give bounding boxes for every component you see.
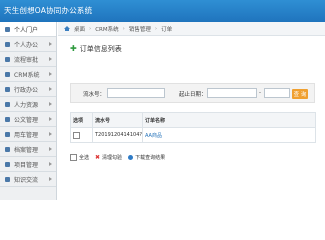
chevron-right-icon [49,162,52,166]
select-all-control[interactable]: 全选 [70,154,89,161]
select-all-label: 全选 [79,155,90,161]
sidebar-item-label: 个人办公 [14,41,39,49]
main-content: 桌面 › CRM系统 › 销售管理 › 订单 ✚ 订单信息列表 流水号： 起止日… [58,22,325,200]
row-select-cell [70,127,93,143]
chevron-right-icon [49,147,52,151]
crm-icon [4,71,10,77]
workflow-icon [4,56,10,62]
admin-icon [4,86,10,92]
sidebar-item-personal-office[interactable]: 个人办公 [0,37,56,52]
breadcrumb-separator: › [154,25,158,32]
delete-icon: ✖ [95,153,101,161]
sidebar-item-label: 知识交流 [14,176,39,184]
sidebar-item-label: 档案管理 [14,146,39,154]
sidebar: 个人门户 个人办公 流程审批 CRM系统 行政办公 人力资源 公文管理 用车管理… [0,22,57,200]
chevron-right-icon [49,132,52,136]
archive-icon [4,146,10,152]
order-no-label: 流水号： [83,92,106,98]
search-bar: 流水号： 起止日期： - 查 询 [70,83,315,103]
breadcrumb-item-sales[interactable]: 销售管理 [129,25,151,33]
date-to-input[interactable] [264,88,290,98]
plus-icon: ✚ [70,44,77,53]
chevron-right-icon [49,57,52,61]
app-title: 天生创想OA协同办公系统 [4,6,93,15]
column-header-order-no[interactable]: 流水号 [92,112,143,128]
sidebar-item-hr[interactable]: 人力资源 [0,97,56,112]
sidebar-item-workflow[interactable]: 流程审批 [0,52,56,67]
sidebar-item-documents[interactable]: 公文管理 [0,112,56,127]
chevron-right-icon [49,72,52,76]
chevron-right-icon [49,117,52,121]
download-results-label: 下载查询结果 [135,155,166,161]
sidebar-item-label: 行政办公 [14,86,39,94]
chevron-right-icon [49,42,52,46]
table-row: T2019120414104? AA商品 [70,127,316,143]
home-icon [64,26,70,31]
order-name-link[interactable]: AA商品 [142,127,316,143]
home-icon [4,26,10,32]
sidebar-item-label: CRM系统 [14,71,40,79]
people-icon [4,101,10,107]
page-title: ✚ 订单信息列表 [70,44,122,54]
order-no-cell: T2019120414104? [92,127,143,143]
row-checkbox[interactable] [73,131,80,139]
breadcrumb-separator: › [122,25,125,32]
table-actions: 全选 ✖ 清理勾验 下载查询结果 [70,154,165,161]
download-results-button[interactable]: 下载查询结果 [128,154,165,161]
person-icon [4,41,10,47]
column-header-order-name[interactable]: 订单名称 [142,112,316,128]
order-no-input[interactable] [107,88,165,98]
page-title-text: 订单信息列表 [79,45,122,53]
breadcrumb-item-crm[interactable]: CRM系统 [95,25,118,33]
sidebar-item-label: 人力资源 [14,101,39,109]
table-header-row: 选项 流水号 订单名称 [70,112,316,128]
sidebar-item-archives[interactable]: 档案管理 [0,142,56,157]
delete-selected-label: 清理勾验 [102,155,123,161]
chevron-right-icon [49,102,52,106]
chevron-right-icon [49,177,52,181]
knowledge-icon [4,176,10,182]
project-icon [4,161,10,167]
breadcrumb: 桌面 › CRM系统 › 销售管理 › 订单 [58,22,325,36]
top-bar: 天生创想OA协同办公系统 [0,0,325,22]
sidebar-item-crm[interactable]: CRM系统 [0,67,56,82]
delete-selected-button[interactable]: ✖ 清理勾验 [95,154,122,161]
breadcrumb-item-desktop[interactable]: 桌面 [74,25,85,33]
breadcrumb-item-orders: 订单 [161,26,173,33]
select-all-checkbox[interactable] [70,154,77,161]
search-button[interactable]: 查 询 [292,89,308,99]
sidebar-item-label: 用车管理 [14,131,39,139]
orders-table: 选项 流水号 订单名称 T2019120414104? AA商品 [70,112,316,143]
sidebar-item-vehicles[interactable]: 用车管理 [0,127,56,142]
sidebar-item-label: 流程审批 [14,56,39,64]
sidebar-item-projects[interactable]: 项目管理 [0,157,56,172]
breadcrumb-separator: › [89,25,92,32]
download-icon [128,155,134,160]
chevron-right-icon [49,87,52,91]
sidebar-item-portal[interactable]: 个人门户 [0,22,56,37]
sidebar-item-label: 项目管理 [14,161,39,169]
sidebar-item-admin[interactable]: 行政办公 [0,82,56,97]
date-separator: - [259,90,261,96]
car-icon [4,131,10,137]
document-icon [4,116,10,122]
date-from-input[interactable] [207,88,257,98]
sidebar-item-knowledge[interactable]: 知识交流 [0,172,56,187]
sidebar-item-label: 公文管理 [14,116,39,124]
column-header-option: 选项 [70,112,93,128]
date-range-label: 起止日期： [179,92,207,98]
sidebar-item-label: 个人门户 [14,26,39,34]
